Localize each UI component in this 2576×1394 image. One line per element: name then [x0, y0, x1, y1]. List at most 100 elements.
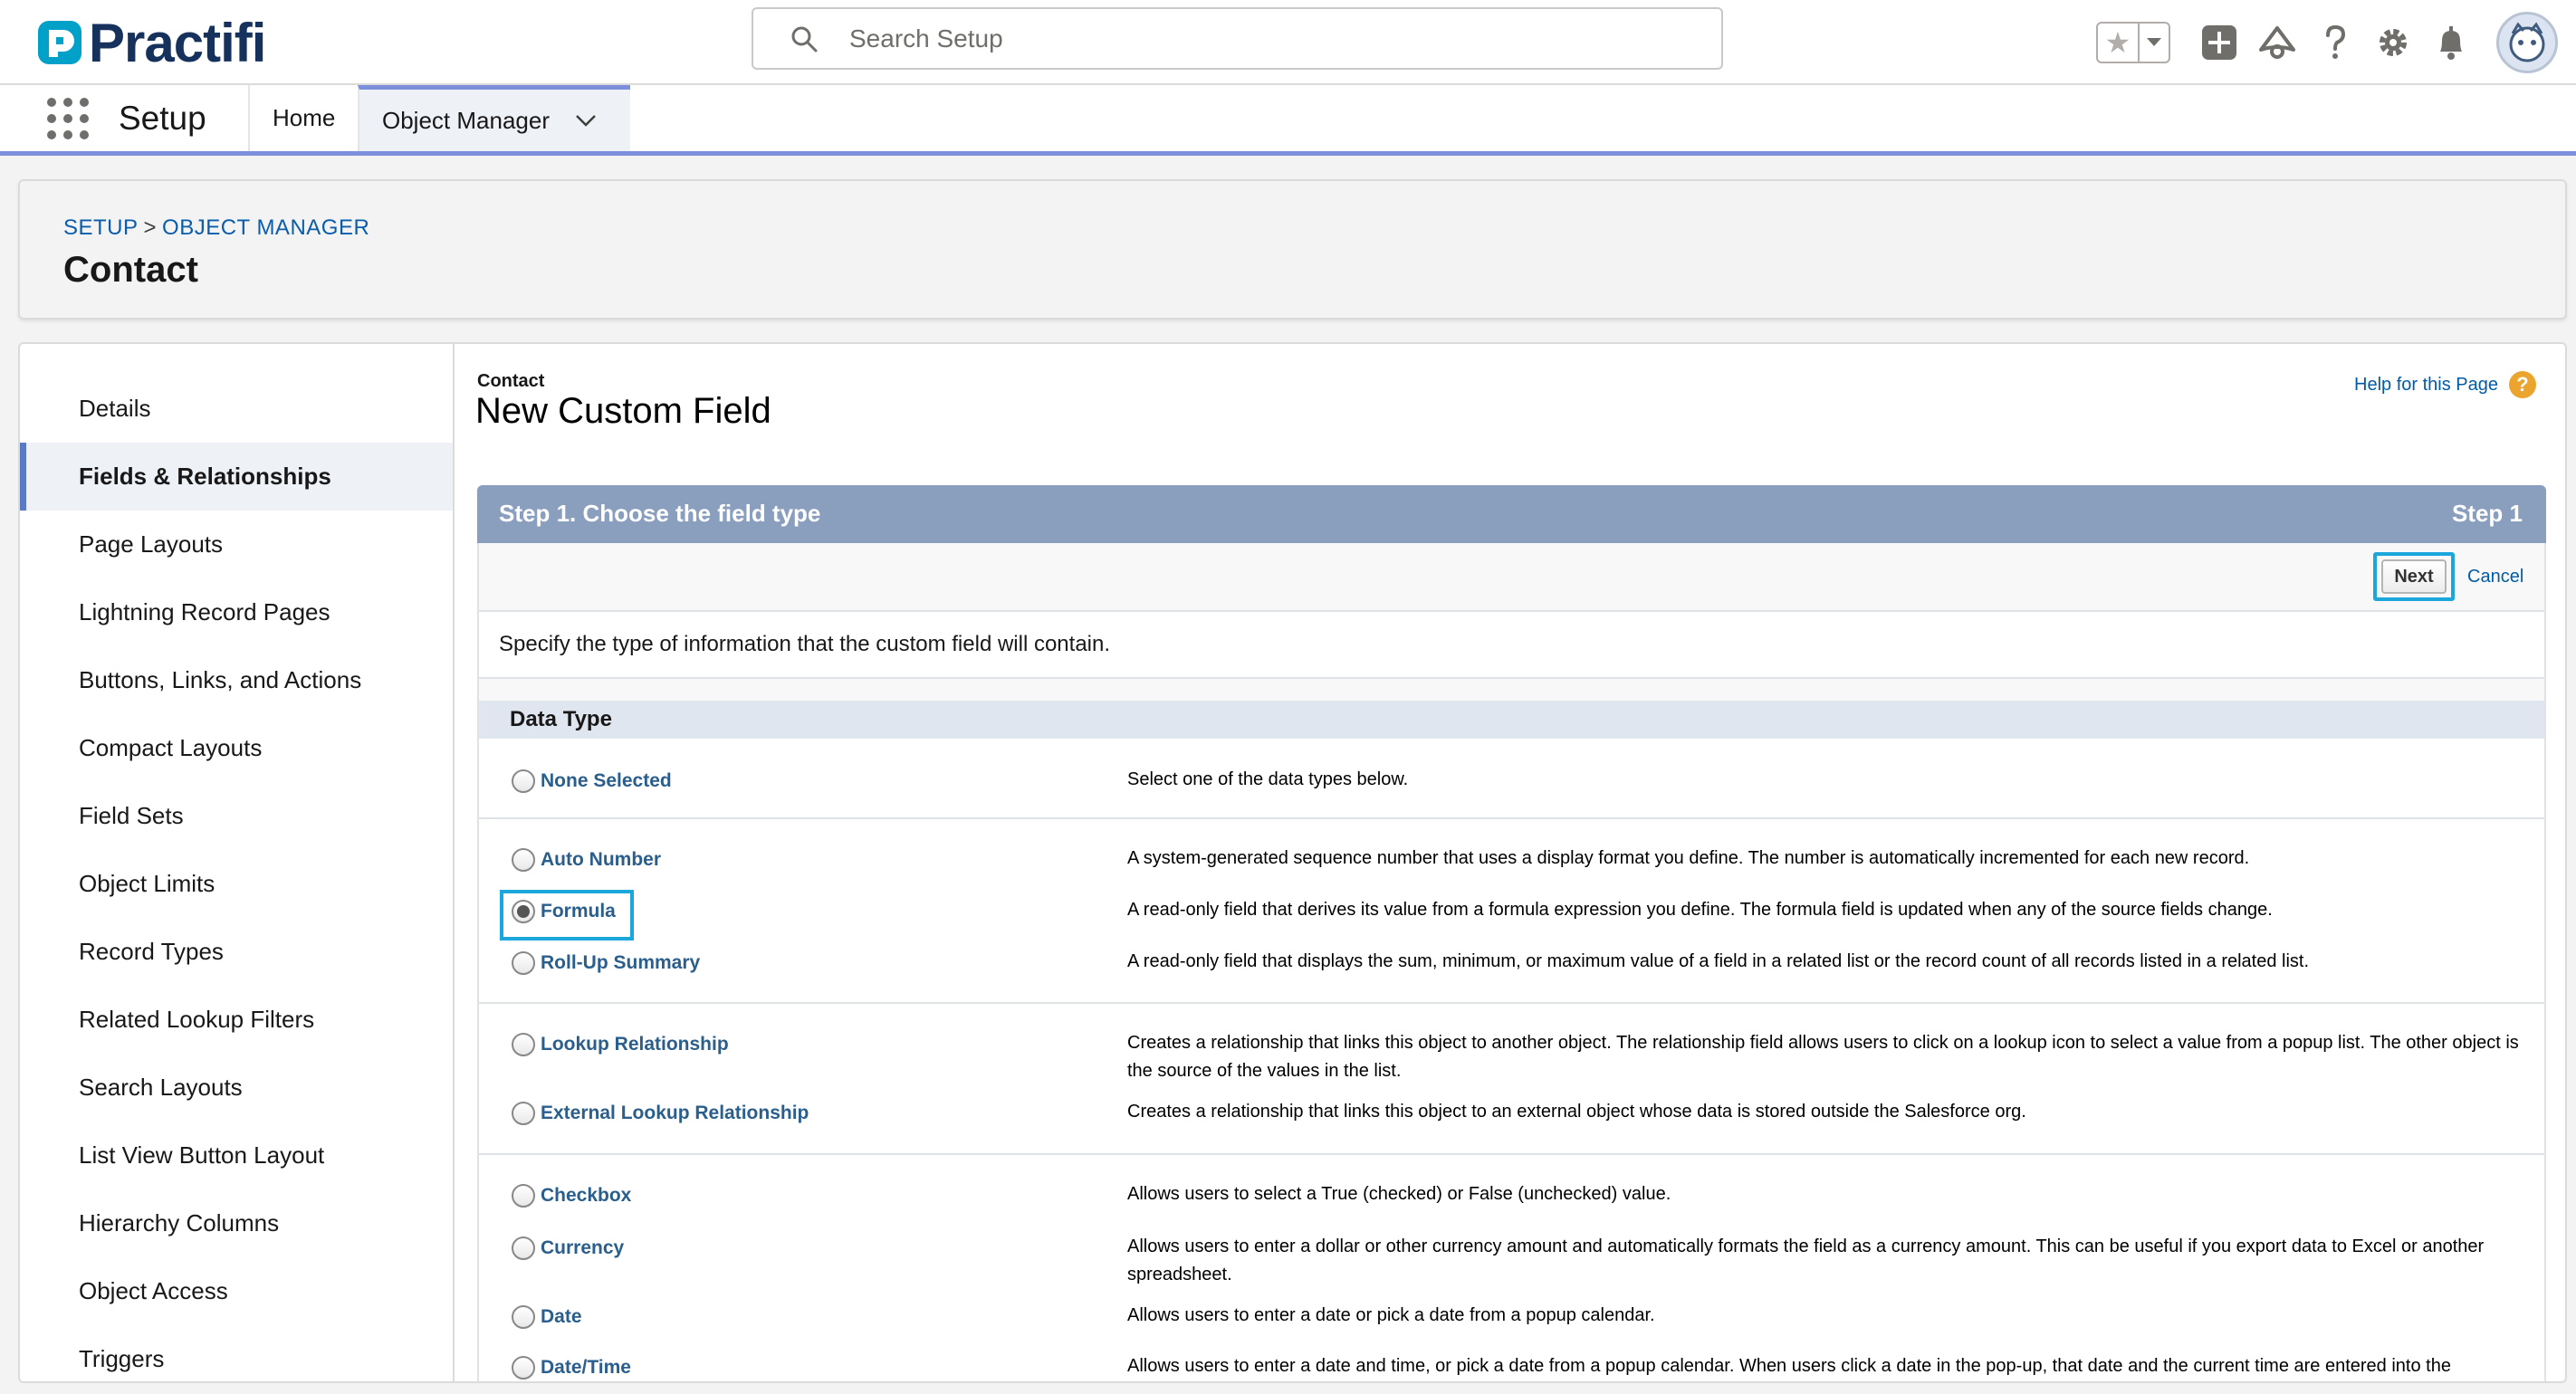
type-label[interactable]: Lookup Relationship	[541, 1034, 729, 1055]
app-launcher-icon[interactable]	[47, 98, 89, 139]
content-title: New Custom Field	[475, 391, 771, 431]
breadcrumb-separator: >	[143, 215, 158, 240]
step-title: Step 1. Choose the field type	[499, 500, 821, 527]
sidebar-item-hierarchy-columns[interactable]: Hierarchy Columns	[20, 1189, 453, 1257]
setup-search-box[interactable]	[752, 7, 1723, 70]
radio-lookup-relationship[interactable]: Lookup Relationship	[512, 1033, 729, 1056]
avatar[interactable]	[2496, 12, 2558, 73]
search-icon	[791, 26, 818, 52]
radio-button[interactable]	[512, 1102, 535, 1125]
data-type-group: Auto Number A system-generated sequence …	[479, 819, 2544, 1004]
type-label[interactable]: Date	[541, 1306, 582, 1328]
search-input[interactable]	[849, 24, 1664, 53]
help-question-icon: ?	[2509, 371, 2536, 398]
radio-button[interactable]	[512, 1184, 535, 1208]
radio-button[interactable]	[512, 1356, 535, 1380]
type-label[interactable]: Checkbox	[541, 1185, 631, 1207]
gear-icon[interactable]	[2373, 23, 2413, 62]
help-for-this-page-link[interactable]: Help for this Page ?	[2354, 371, 2536, 398]
global-header: Practifi ★	[0, 0, 2576, 85]
tab-home[interactable]: Home	[248, 85, 358, 151]
type-label[interactable]: External Lookup Relationship	[541, 1103, 809, 1124]
sidebar-item-compact-layouts[interactable]: Compact Layouts	[20, 714, 453, 782]
main-panel: Details Fields & Relationships Page Layo…	[18, 342, 2567, 1383]
favorites-dropdown-icon[interactable]	[2140, 24, 2169, 62]
favorites-group: ★	[2096, 22, 2170, 63]
app-name: Setup	[119, 100, 206, 137]
sidebar-item-list-view-button-layout[interactable]: List View Button Layout	[20, 1122, 453, 1189]
radio-auto-number[interactable]: Auto Number	[512, 848, 661, 872]
new-custom-field-content: Contact New Custom Field Help for this P…	[475, 344, 2560, 1381]
page-title: Contact	[63, 250, 198, 290]
user-avatar-icon	[2509, 22, 2545, 62]
step-indicator: Step 1	[2451, 500, 2523, 527]
type-description: A system-generated sequence number that …	[1127, 848, 2250, 868]
add-icon[interactable]	[2199, 23, 2239, 62]
radio-button[interactable]	[512, 1033, 535, 1056]
tab-label: Home	[273, 104, 336, 131]
type-label[interactable]: Currency	[541, 1237, 624, 1259]
radio-button[interactable]	[512, 1236, 535, 1260]
type-label[interactable]: None Selected	[541, 770, 672, 792]
next-button[interactable]: Next	[2381, 559, 2447, 594]
trailhead-icon[interactable]	[2257, 23, 2297, 62]
radio-external-lookup-relationship[interactable]: External Lookup Relationship	[512, 1102, 809, 1125]
radio-button[interactable]	[512, 1305, 535, 1329]
sidebar-item-object-limits[interactable]: Object Limits	[20, 850, 453, 918]
tab-object-manager[interactable]: Object Manager	[358, 85, 630, 151]
cancel-link[interactable]: Cancel	[2467, 567, 2523, 587]
sidebar-item-search-layouts[interactable]: Search Layouts	[20, 1054, 453, 1122]
practifi-logo[interactable]: Practifi	[36, 11, 266, 74]
form-button-row: Next Cancel	[479, 543, 2544, 612]
radio-button[interactable]	[512, 769, 535, 793]
sidebar-item-field-sets[interactable]: Field Sets	[20, 782, 453, 850]
instructions-text: Specify the type of information that the…	[479, 612, 2544, 679]
type-label[interactable]: Roll-Up Summary	[541, 952, 700, 974]
sidebar-item-lightning-record-pages[interactable]: Lightning Record Pages	[20, 578, 453, 646]
type-description: Select one of the data types below.	[1127, 769, 1409, 789]
favorites-star-icon[interactable]: ★	[2098, 24, 2140, 62]
bell-icon[interactable]	[2431, 23, 2471, 62]
type-description: Allows users to enter a date or pick a d…	[1127, 1305, 1655, 1325]
sidebar-item-fields-relationships[interactable]: Fields & Relationships	[20, 443, 453, 511]
sidebar-item-object-access[interactable]: Object Access	[20, 1257, 453, 1325]
radio-currency[interactable]: Currency	[512, 1236, 624, 1260]
help-icon[interactable]	[2315, 23, 2355, 62]
chevron-down-icon[interactable]	[575, 114, 597, 127]
type-description: Allows users to select a True (checked) …	[1127, 1184, 1671, 1204]
radio-checkbox[interactable]: Checkbox	[512, 1184, 631, 1208]
next-button-highlight: Next	[2373, 552, 2455, 601]
radio-date-time[interactable]: Date/Time	[512, 1356, 631, 1380]
radio-button[interactable]	[512, 951, 535, 975]
data-type-group: Lookup Relationship Creates a relationsh…	[479, 1004, 2544, 1155]
type-label[interactable]: Formula	[541, 901, 616, 922]
data-type-group: Checkbox Allows users to select a True (…	[479, 1155, 2544, 1381]
data-type-group: None Selected Select one of the data typ…	[479, 739, 2544, 819]
radio-formula[interactable]: Formula	[512, 900, 616, 923]
radio-date[interactable]: Date	[512, 1305, 582, 1329]
sidebar-item-triggers[interactable]: Triggers	[20, 1325, 453, 1381]
sidebar-item-record-types[interactable]: Record Types	[20, 918, 453, 986]
radio-button[interactable]	[512, 848, 535, 872]
type-label[interactable]: Auto Number	[541, 849, 661, 871]
logo-text: Practifi	[89, 12, 266, 73]
object-sidebar: Details Fields & Relationships Page Layo…	[20, 344, 455, 1381]
radio-roll-up-summary[interactable]: Roll-Up Summary	[512, 951, 700, 975]
sidebar-item-buttons-links-actions[interactable]: Buttons, Links, and Actions	[20, 646, 453, 714]
type-description: A read-only field that displays the sum,…	[1127, 951, 2310, 971]
sidebar-item-details[interactable]: Details	[20, 375, 453, 443]
radio-button-checked[interactable]	[512, 900, 535, 923]
type-description: Creates a relationship that links this o…	[1127, 1102, 2026, 1122]
type-description: Creates a relationship that links this o…	[1127, 1033, 2519, 1081]
breadcrumb-object-manager[interactable]: OBJECT MANAGER	[162, 215, 369, 240]
sidebar-item-related-lookup-filters[interactable]: Related Lookup Filters	[20, 986, 453, 1054]
type-description: A read-only field that derives its value…	[1127, 900, 2273, 920]
data-type-table: None Selected Select one of the data typ…	[479, 739, 2544, 1381]
radio-none-selected[interactable]: None Selected	[512, 769, 672, 793]
sidebar-item-page-layouts[interactable]: Page Layouts	[20, 511, 453, 578]
breadcrumb-setup[interactable]: SETUP	[63, 215, 139, 240]
breadcrumb: SETUP > OBJECT MANAGER	[63, 215, 369, 241]
header-utility-icons: ★	[2096, 11, 2558, 74]
type-label[interactable]: Date/Time	[541, 1357, 631, 1379]
help-link-label: Help for this Page	[2354, 374, 2498, 395]
